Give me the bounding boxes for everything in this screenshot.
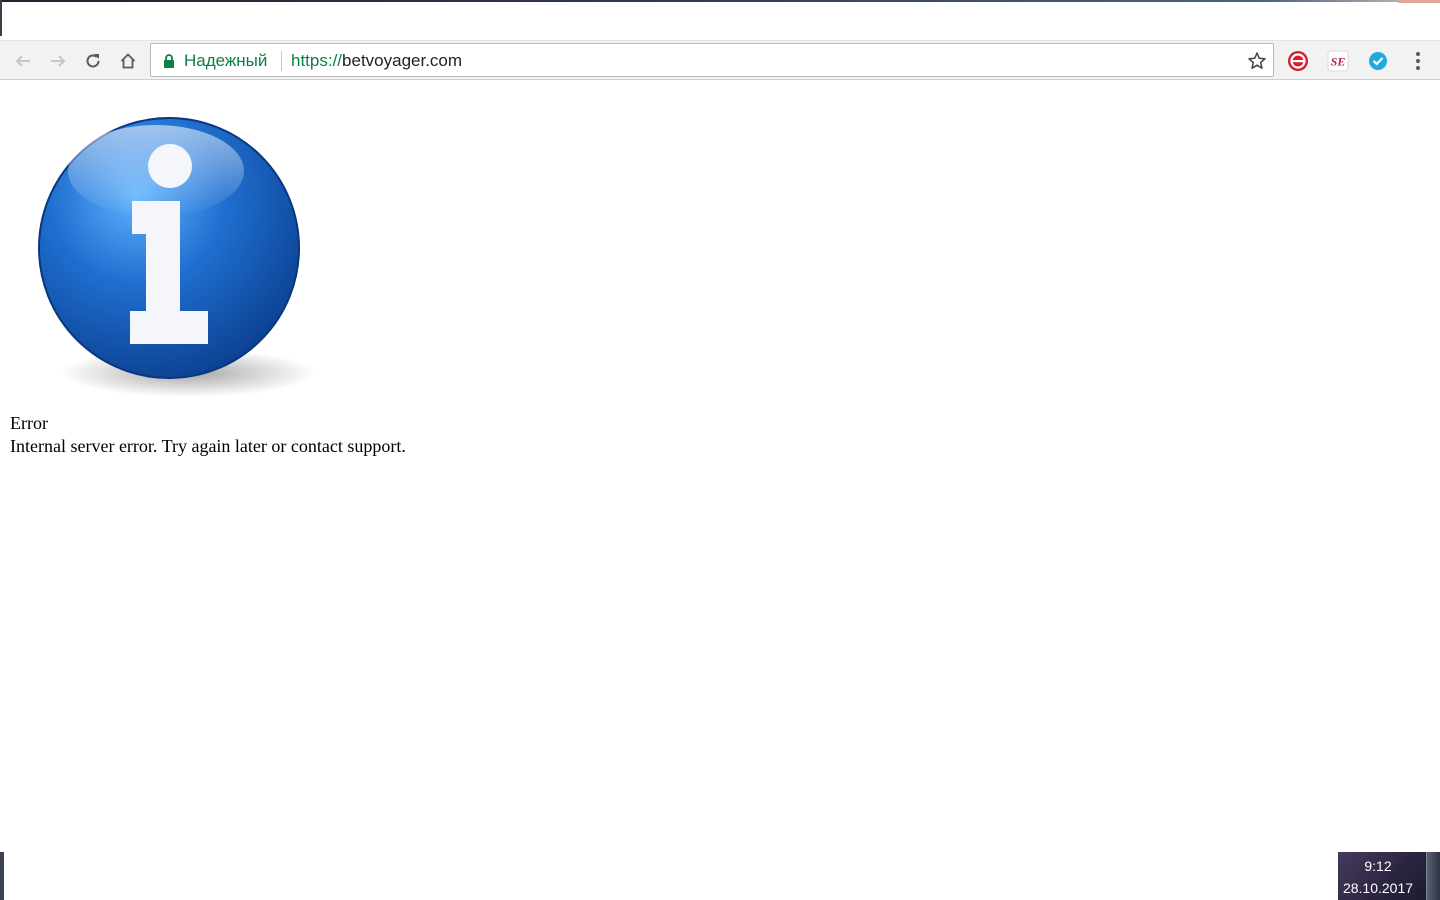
- secure-label[interactable]: Надежный: [184, 51, 267, 71]
- home-icon: [120, 53, 136, 69]
- page-content: Error Internal server error. Try again l…: [0, 81, 1440, 851]
- reload-button[interactable]: [81, 49, 105, 73]
- taskbar-edge: [0, 852, 4, 900]
- clock-date: 28.10.2017: [1342, 880, 1414, 896]
- svg-text:SE: SE: [1331, 55, 1346, 69]
- kebab-menu-icon: [1416, 52, 1420, 70]
- red-e-extension-icon: [1288, 51, 1308, 71]
- back-arrow-icon: [15, 55, 30, 67]
- extension-se[interactable]: SE: [1326, 49, 1350, 73]
- extension-check[interactable]: [1366, 49, 1390, 73]
- info-icon: [38, 117, 316, 397]
- bookmark-star-icon[interactable]: [1247, 51, 1267, 71]
- checkmark-extension-icon: [1369, 52, 1387, 70]
- titlebar-left-edge: [0, 0, 2, 36]
- back-button[interactable]: [11, 49, 35, 73]
- error-title: Error: [10, 413, 48, 433]
- home-button[interactable]: [116, 49, 140, 73]
- lock-icon: [164, 54, 174, 68]
- forward-button[interactable]: [46, 49, 70, 73]
- url-host: betvoyager.com: [342, 51, 463, 70]
- clock-time: 9:12: [1364, 858, 1392, 874]
- titlebar-edge: [0, 0, 1440, 2]
- reload-icon: [86, 54, 100, 68]
- address-bar[interactable]: Надежный https://betvoyager.com: [150, 43, 1274, 77]
- taskbar-clock[interactable]: 9:12 28.10.2017: [1338, 852, 1426, 900]
- window-close-edge[interactable]: [1398, 0, 1440, 3]
- url-text[interactable]: https://betvoyager.com: [291, 51, 462, 71]
- extension-red-e[interactable]: [1286, 49, 1310, 73]
- error-message: Internal server error. Try again later o…: [10, 436, 406, 456]
- omnibox-divider: [281, 51, 282, 71]
- browser-toolbar: Надежный https://betvoyager.com SE: [0, 40, 1440, 80]
- window-titlebar: [0, 0, 1440, 40]
- show-desktop-button[interactable]: [1426, 852, 1440, 900]
- url-scheme: https://: [291, 51, 343, 70]
- browser-menu-button[interactable]: [1406, 49, 1430, 73]
- forward-arrow-icon: [51, 55, 66, 67]
- se-extension-icon: SE: [1327, 50, 1349, 72]
